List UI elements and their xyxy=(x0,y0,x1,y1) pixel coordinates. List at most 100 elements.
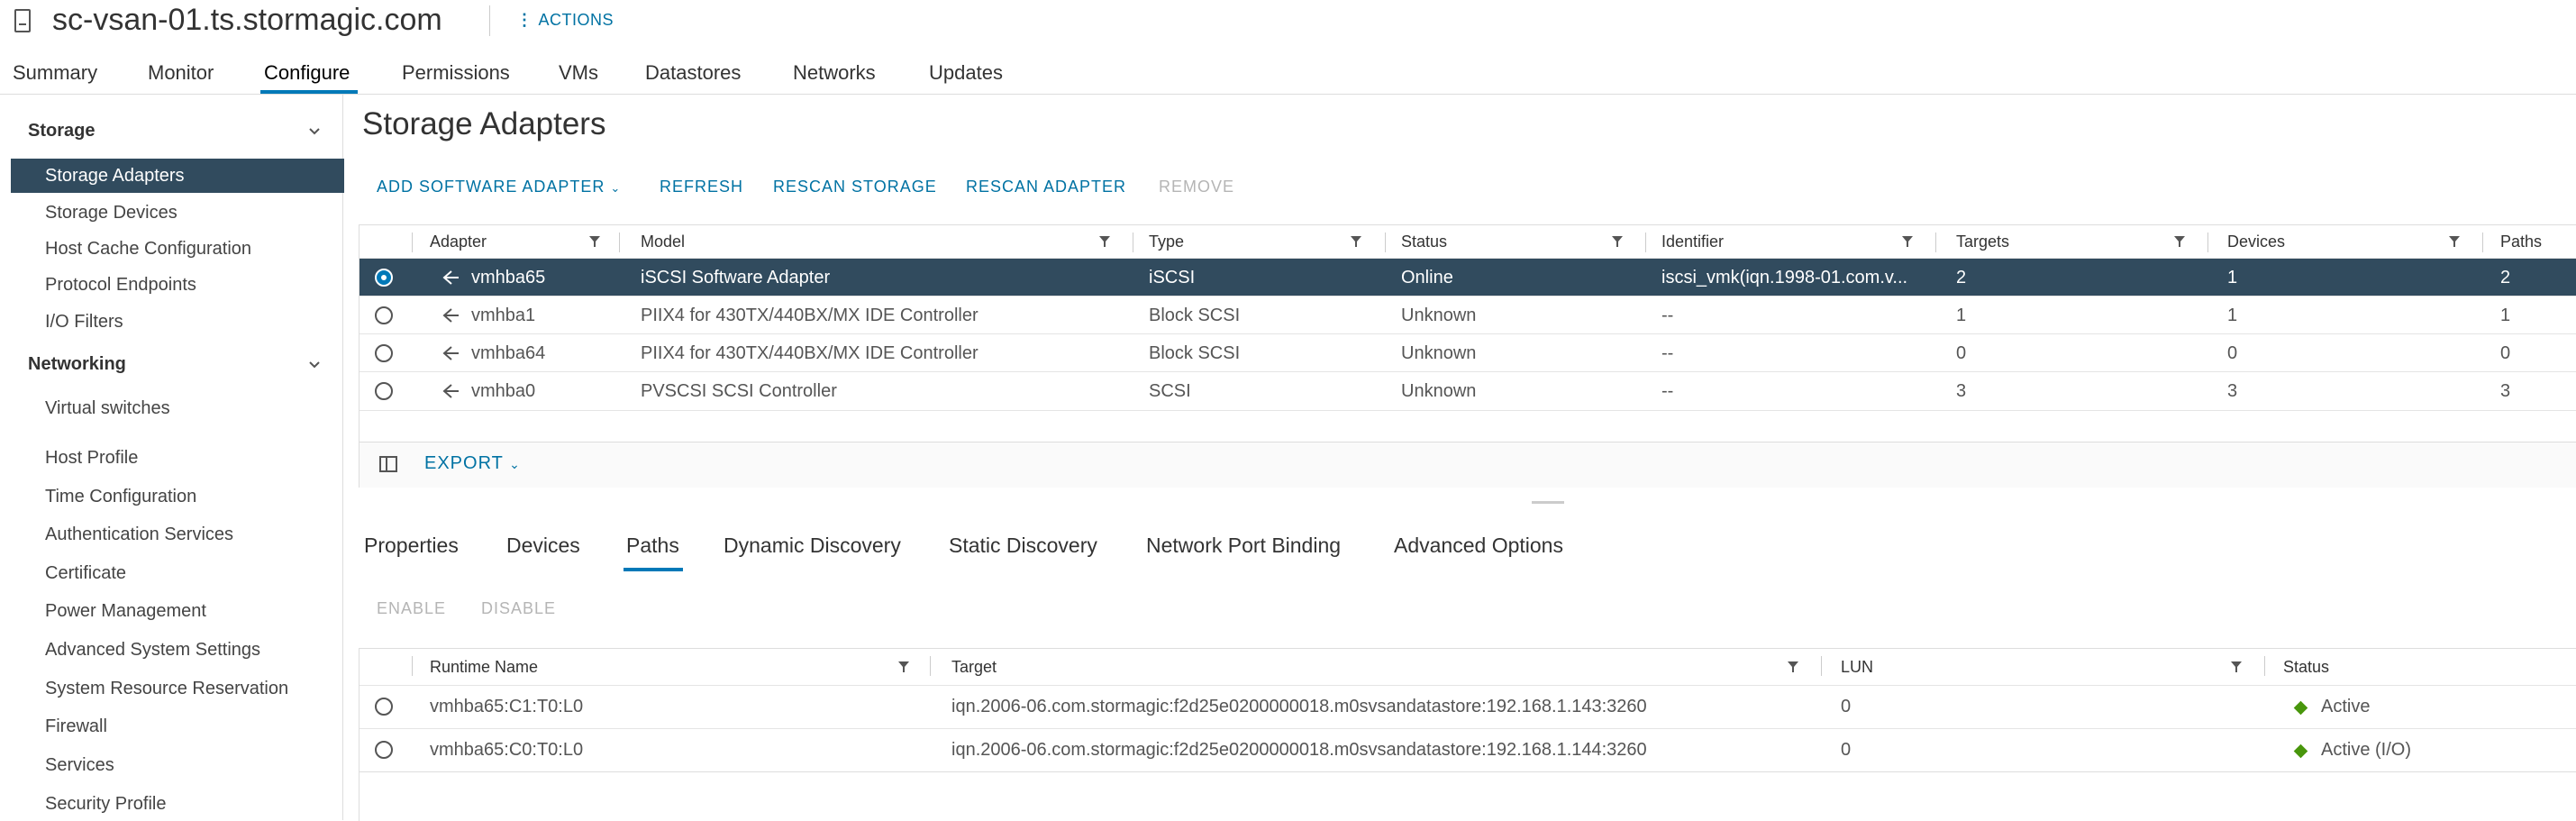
column-header-status[interactable]: Status xyxy=(1401,225,1447,258)
chevron-down-icon[interactable] xyxy=(308,359,321,371)
table-row[interactable]: vmhba65 iSCSI Software Adapter iSCSI Onl… xyxy=(360,258,2576,296)
sidebar-item-security-profile[interactable]: Security Profile xyxy=(45,791,167,816)
enable-button[interactable]: ENABLE xyxy=(377,599,446,618)
tab-vms[interactable]: VMs xyxy=(559,59,598,87)
tab-configure[interactable]: Configure xyxy=(264,59,350,87)
tab-monitor[interactable]: Monitor xyxy=(148,59,214,87)
sidebar-item-virtual-switches[interactable]: Virtual switches xyxy=(45,396,170,421)
tab-dynamic-discovery[interactable]: Dynamic Discovery xyxy=(724,534,901,558)
column-divider xyxy=(1821,656,1822,676)
chevron-down-icon[interactable] xyxy=(308,125,321,138)
rescan-storage-button[interactable]: RESCAN STORAGE xyxy=(773,178,937,196)
filter-icon[interactable] xyxy=(589,236,600,247)
column-header-adapter[interactable]: Adapter xyxy=(430,225,487,258)
column-header-lun[interactable]: LUN xyxy=(1841,649,1873,685)
row-radio[interactable] xyxy=(375,698,393,716)
sidebar-item-protocol-endpoints[interactable]: Protocol Endpoints xyxy=(45,272,196,297)
add-software-adapter-button[interactable]: ADD SOFTWARE ADAPTER ⌄ xyxy=(377,178,621,196)
sidebar-item-io-filters[interactable]: I/O Filters xyxy=(45,309,123,334)
column-header-paths[interactable]: Paths xyxy=(2500,225,2542,258)
column-header-status[interactable]: Status xyxy=(2283,649,2329,685)
column-header-devices[interactable]: Devices xyxy=(2227,225,2285,258)
sidebar-item-advanced-system-settings[interactable]: Advanced System Settings xyxy=(45,637,260,662)
sidebar-section-networking[interactable]: Networking xyxy=(28,354,126,375)
filter-icon[interactable] xyxy=(2174,236,2185,247)
actions-menu-button[interactable]: ⋮ ACTIONS xyxy=(516,7,614,32)
row-radio[interactable] xyxy=(375,306,393,324)
sidebar-item-storage-adapters[interactable]: Storage Adapters xyxy=(45,163,185,188)
filter-icon[interactable] xyxy=(1351,236,1361,247)
tab-devices[interactable]: Devices xyxy=(506,534,580,558)
sidebar-item-certificate[interactable]: Certificate xyxy=(45,561,126,586)
status-active-icon xyxy=(2293,743,2308,759)
cell-status: Online xyxy=(1401,268,1453,287)
filter-icon[interactable] xyxy=(1612,236,1623,247)
host-title: sc-vsan-01.ts.stormagic.com xyxy=(52,3,442,37)
filter-icon[interactable] xyxy=(2449,236,2460,247)
filter-icon[interactable] xyxy=(1788,661,1798,672)
tab-datastores[interactable]: Datastores xyxy=(645,59,741,87)
tab-summary[interactable]: Summary xyxy=(13,59,97,87)
column-header-identifier[interactable]: Identifier xyxy=(1661,225,1724,258)
refresh-button[interactable]: REFRESH xyxy=(660,178,743,196)
row-radio[interactable] xyxy=(375,382,393,400)
tab-permissions[interactable]: Permissions xyxy=(402,59,510,87)
sidebar-item-host-profile[interactable]: Host Profile xyxy=(45,445,138,470)
table-row[interactable]: vmhba65:C0:T0:L0 iqn.2006-06.com.stormag… xyxy=(360,728,2576,771)
row-radio[interactable] xyxy=(375,741,393,759)
cell-status: Active (I/O) xyxy=(2321,740,2412,760)
tab-properties[interactable]: Properties xyxy=(364,534,459,558)
filter-icon[interactable] xyxy=(1902,236,1913,247)
table-row[interactable]: vmhba65:C1:T0:L0 iqn.2006-06.com.stormag… xyxy=(360,685,2576,727)
row-radio-selected[interactable] xyxy=(375,269,393,287)
cell-devices: 0 xyxy=(2227,343,2238,363)
active-subtab-indicator xyxy=(624,568,683,571)
sidebar-item-power-management[interactable]: Power Management xyxy=(45,598,206,624)
column-header-runtime-name[interactable]: Runtime Name xyxy=(430,649,538,685)
filter-icon[interactable] xyxy=(1099,236,1110,247)
active-tab-indicator xyxy=(260,90,358,94)
filter-icon[interactable] xyxy=(898,661,909,672)
tab-static-discovery[interactable]: Static Discovery xyxy=(949,534,1097,558)
cell-type: iSCSI xyxy=(1149,268,1196,287)
cell-model: PIIX4 for 430TX/440BX/MX IDE Controller xyxy=(641,343,979,363)
cell-adapter: vmhba65 xyxy=(471,268,546,287)
sidebar-item-storage-devices[interactable]: Storage Devices xyxy=(45,200,177,225)
sidebar-item-time-configuration[interactable]: Time Configuration xyxy=(45,484,196,509)
cell-status: Unknown xyxy=(1401,381,1477,401)
sidebar-section-storage[interactable]: Storage xyxy=(28,121,95,141)
filter-icon[interactable] xyxy=(2231,661,2242,672)
column-header-targets[interactable]: Targets xyxy=(1956,225,2009,258)
cell-type: Block SCSI xyxy=(1149,343,1241,363)
table-row[interactable]: vmhba64 PIIX4 for 430TX/440BX/MX IDE Con… xyxy=(360,333,2576,372)
column-toggle-icon[interactable] xyxy=(379,456,397,472)
sidebar-item-services[interactable]: Services xyxy=(45,753,114,778)
page-title: Storage Adapters xyxy=(362,106,606,141)
row-radio[interactable] xyxy=(375,344,393,362)
export-button[interactable]: EXPORT ⌄ xyxy=(424,453,521,474)
table-row[interactable]: vmhba1 PIIX4 for 430TX/440BX/MX IDE Cont… xyxy=(360,296,2576,334)
column-header-model[interactable]: Model xyxy=(641,225,685,258)
column-header-type[interactable]: Type xyxy=(1149,225,1184,258)
sidebar-item-authentication-services[interactable]: Authentication Services xyxy=(45,522,233,547)
sidebar-item-firewall[interactable]: Firewall xyxy=(45,714,107,739)
sidebar-item-host-cache-configuration[interactable]: Host Cache Configuration xyxy=(45,236,251,261)
sidebar-item-system-resource-reservation[interactable]: System Resource Reservation xyxy=(45,676,288,701)
tab-advanced-options[interactable]: Advanced Options xyxy=(1394,534,1563,558)
pane-splitter-handle[interactable] xyxy=(1532,501,1564,504)
remove-button[interactable]: REMOVE xyxy=(1159,178,1234,196)
disable-button[interactable]: DISABLE xyxy=(481,599,556,618)
rescan-adapter-button[interactable]: RESCAN ADAPTER xyxy=(966,178,1126,196)
tab-paths[interactable]: Paths xyxy=(626,534,679,558)
tab-network-port-binding[interactable]: Network Port Binding xyxy=(1146,534,1341,558)
chevron-down-icon: ⌄ xyxy=(509,457,521,471)
tab-networks[interactable]: Networks xyxy=(793,59,876,87)
cell-adapter: vmhba64 xyxy=(471,343,546,363)
cell-targets: 3 xyxy=(1956,381,1967,401)
tab-updates[interactable]: Updates xyxy=(929,59,1003,87)
column-divider xyxy=(930,656,931,676)
cell-model: PVSCSI SCSI Controller xyxy=(641,381,837,401)
column-header-target[interactable]: Target xyxy=(951,649,997,685)
table-row[interactable]: vmhba0 PVSCSI SCSI Controller SCSI Unkno… xyxy=(360,371,2576,411)
cell-targets: 0 xyxy=(1956,343,1967,363)
